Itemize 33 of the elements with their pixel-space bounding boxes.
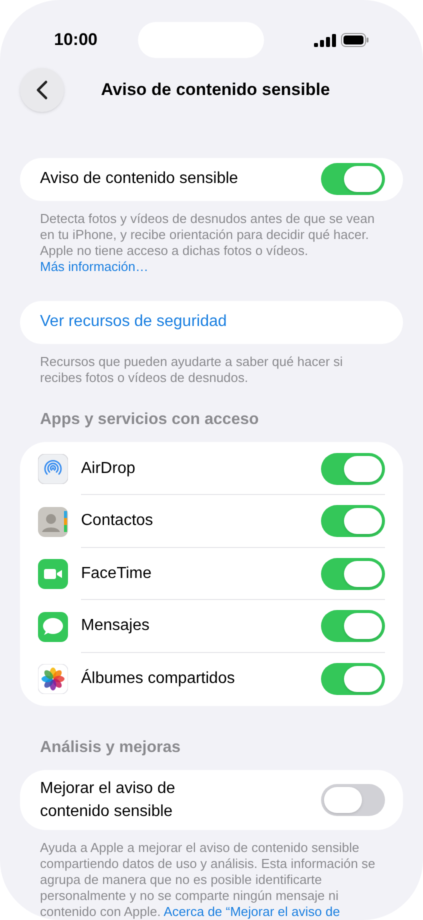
setting-label: Mejorar el aviso de contenido sensible xyxy=(40,779,176,822)
back-button[interactable] xyxy=(20,68,64,112)
setting-label: Aviso de contenido sensible xyxy=(40,169,238,190)
signal-icon xyxy=(314,34,336,46)
more-info-link[interactable]: Acerca de “Mejorar el aviso de xyxy=(164,904,340,919)
page-title: Aviso de contenido sensible xyxy=(101,79,330,102)
section-header: Apps y servicios con acceso xyxy=(39,410,260,430)
toggle-switch[interactable] xyxy=(321,663,385,696)
description-text: Recursos que pueden ayudarte a saber qué hacer si recibes fotos o vídeos de desnudos. xyxy=(39,354,344,386)
back-chevron-icon xyxy=(36,80,48,100)
more-info-link[interactable]: Más información… xyxy=(40,258,148,274)
toggle-switch[interactable] xyxy=(321,163,385,196)
safety-resources-button[interactable]: Ver recursos de seguridad xyxy=(20,300,403,344)
status-time: 10:00 xyxy=(54,29,98,52)
toggle-switch[interactable] xyxy=(321,610,385,642)
toggle-switch[interactable] xyxy=(321,784,385,816)
contacts-icon xyxy=(38,506,68,537)
toggle-switch[interactable] xyxy=(321,558,385,590)
app-label: AirDrop xyxy=(81,458,136,479)
description-text: Detecta fotos y vídeos de desnudos antes de que se vean en tu iPhone, y recibe orientación para decidir qué hacer. Apple no tiene acceso a dichas fotos o vídeos. Más información… xyxy=(39,210,376,275)
app-label: Álbumes compartidos xyxy=(81,668,235,690)
app-label: Mensajes xyxy=(81,616,150,636)
airdrop-icon xyxy=(38,454,68,484)
chat-bubble-icon xyxy=(38,612,68,642)
flower-icon xyxy=(38,664,68,694)
section-header: Análisis y mejoras xyxy=(39,738,182,758)
toggle-switch[interactable] xyxy=(321,452,385,485)
description-text: Ayuda a Apple a mejorar el aviso de contenido sensible compartiendo datos de uso y análisis. Esta información se agrupa de manera que no es posible identificarte personalmente y no se comparte ningún mensaje ni contenido con Apple. Acerca de “Mejorar el aviso de xyxy=(39,840,376,920)
app-label: FaceTime xyxy=(81,564,152,584)
video-camera-icon xyxy=(38,559,68,590)
app-label: Contactos xyxy=(81,511,154,532)
battery-icon xyxy=(340,33,369,47)
toggle-switch[interactable] xyxy=(321,505,385,538)
